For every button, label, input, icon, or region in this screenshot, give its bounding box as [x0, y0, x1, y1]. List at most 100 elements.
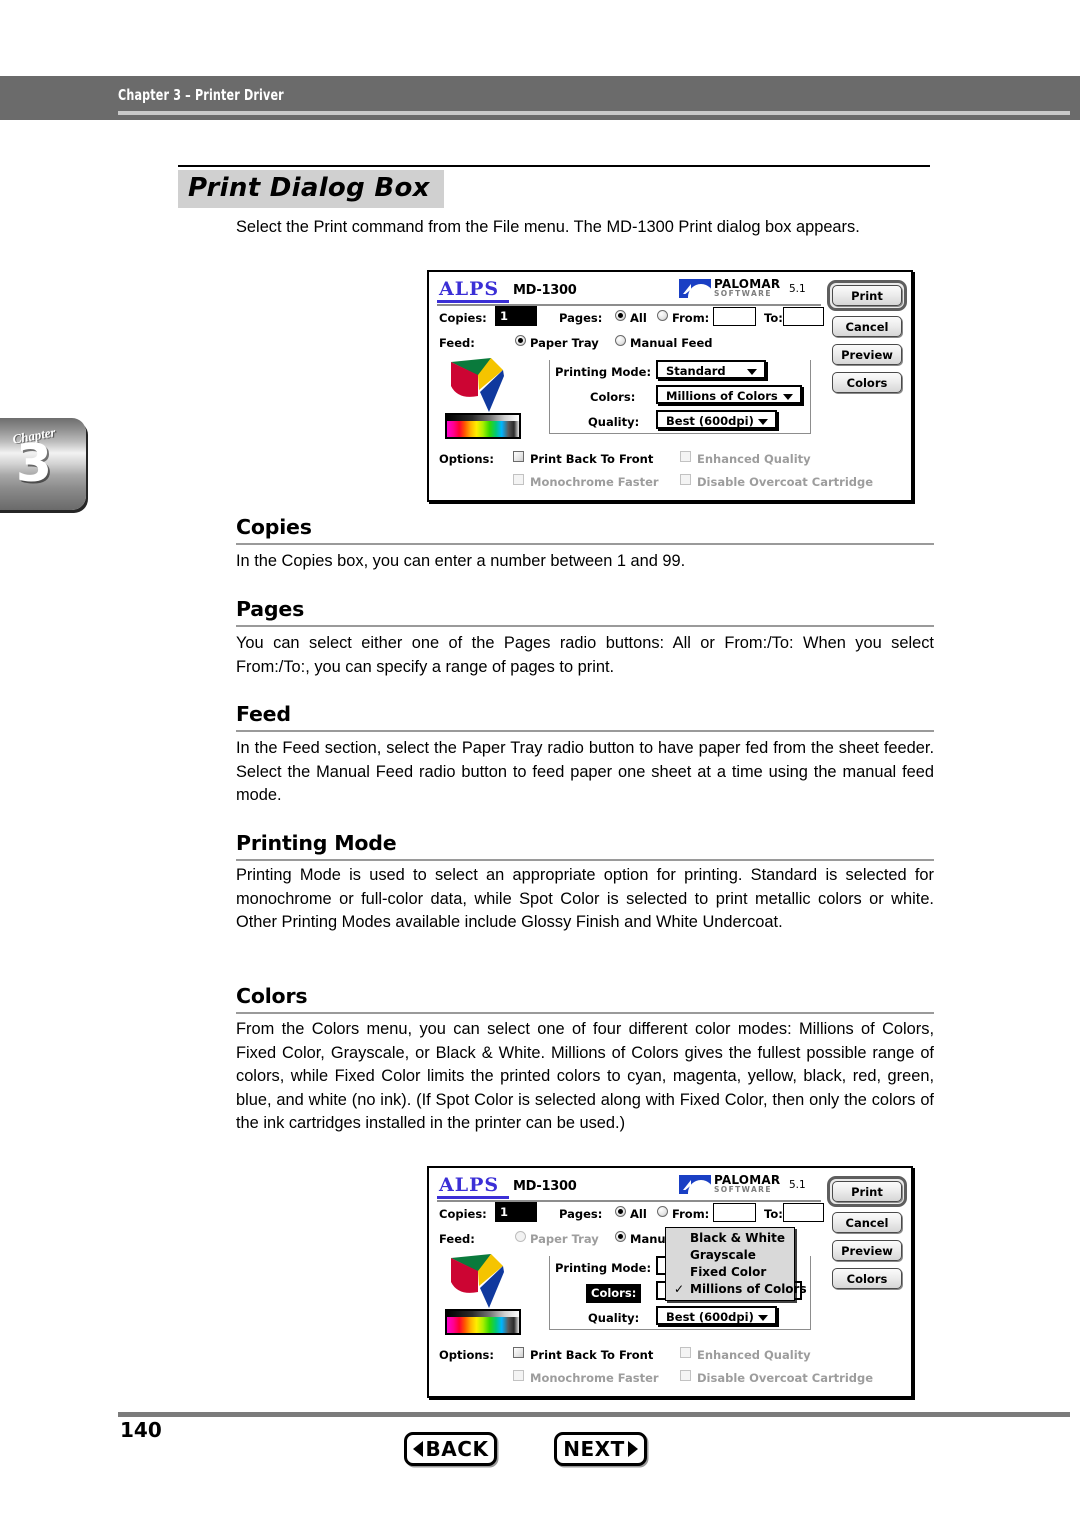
preview-button[interactable]: Preview [832, 1240, 902, 1261]
quality-popup[interactable]: Best (600dpi) [656, 1306, 777, 1325]
colors-label: Colors: [586, 1284, 642, 1303]
preview-button-label: Preview [841, 1244, 893, 1258]
preview-button[interactable]: Preview [832, 344, 902, 365]
menu-item-grayscale[interactable]: Grayscale [666, 1247, 794, 1264]
alps-logo-underline [437, 1196, 509, 1199]
print-back-to-front-label: Print Back To Front [530, 1348, 654, 1362]
page-title: Print Dialog Box [178, 170, 444, 208]
chapter-thumb-tab: Chapter 3 [0, 418, 86, 510]
section-body-copies: In the Copies box, you can enter a numbe… [236, 552, 686, 570]
section-body-feed: In the Feed section, select the Paper Tr… [236, 739, 934, 804]
triangle-right-icon [627, 1441, 638, 1457]
colors-button[interactable]: Colors [832, 1268, 902, 1289]
pages-all-radio[interactable] [615, 1206, 626, 1217]
quality-value: Best (600dpi) [666, 414, 754, 428]
feed-paper-tray-label: Paper Tray [530, 336, 599, 350]
section-body-pages: You can select either one of the Pages r… [236, 634, 934, 676]
dialog-body: ALPS MD-1300 PALOMAR SOFTWARE 5.1 Copies… [431, 1170, 909, 1394]
printing-mode-value: Standard [666, 364, 726, 378]
pages-label: Pages: [559, 1207, 603, 1221]
colors-popup[interactable]: Millions of Colors [656, 385, 802, 404]
dialog-body: ALPS MD-1300 PALOMAR SOFTWARE 5.1 Copies… [431, 274, 909, 498]
palomar-logo-icon [679, 279, 711, 298]
chapter-tab-number: 3 [15, 434, 53, 494]
page-number: 140 [120, 1418, 162, 1442]
feed-manual-radio[interactable] [615, 1231, 626, 1242]
next-button[interactable]: NEXT [554, 1432, 647, 1466]
print-back-to-front-checkbox[interactable] [513, 1347, 524, 1358]
chevron-down-icon [758, 1315, 768, 1321]
footer-rule [118, 1412, 1070, 1417]
disable-overcoat-checkbox[interactable] [680, 474, 691, 485]
driver-version: 5.1 [789, 283, 806, 295]
pages-from-radio[interactable] [657, 1206, 668, 1217]
print-back-to-front-label: Print Back To Front [530, 452, 654, 466]
cancel-button-label: Cancel [845, 320, 889, 334]
cancel-button[interactable]: Cancel [832, 316, 902, 337]
feed-manual-radio[interactable] [615, 335, 626, 346]
quality-popup[interactable]: Best (600dpi) [656, 410, 777, 429]
copies-label: Copies: [439, 311, 487, 325]
alps-logo: ALPS [439, 1174, 500, 1196]
pages-to-input[interactable] [783, 1203, 824, 1222]
printing-mode-popup[interactable]: Standard [656, 360, 766, 379]
color-spectrum-bar-icon [445, 1309, 521, 1335]
options-label: Options: [439, 1348, 494, 1362]
palomar-logo-text: PALOMAR SOFTWARE [714, 278, 780, 298]
back-button[interactable]: BACK [404, 1432, 497, 1466]
running-header-rule [118, 111, 1070, 115]
enhanced-quality-checkbox[interactable] [680, 451, 691, 462]
section-heading-feed: Feed [236, 702, 291, 726]
pages-from-input[interactable] [713, 307, 756, 326]
section-rule-printing-mode [236, 859, 934, 861]
back-button-label: BACK [425, 1437, 489, 1461]
menu-item-millions-of-colors[interactable]: ✓ Millions of Colors [666, 1281, 807, 1298]
pages-from-radio[interactable] [657, 310, 668, 321]
print-button[interactable]: Print [832, 1181, 902, 1202]
options-label: Options: [439, 452, 494, 466]
chevron-down-icon [747, 369, 757, 375]
menu-item-black-and-white[interactable]: Black & White [666, 1230, 794, 1247]
colors-button[interactable]: Colors [832, 372, 902, 393]
feed-paper-tray-radio[interactable] [515, 1231, 526, 1242]
copies-value: 1 [500, 1205, 509, 1219]
enhanced-quality-label: Enhanced Quality [697, 1348, 811, 1362]
print-dialog-standard[interactable]: ALPS MD-1300 PALOMAR SOFTWARE 5.1 Copies… [427, 270, 913, 502]
pages-all-label: All [630, 1207, 647, 1221]
colors-button-label: Colors [846, 376, 888, 390]
copies-input[interactable]: 1 [495, 1202, 537, 1222]
printing-mode-label: Printing Mode: [555, 365, 652, 379]
monochrome-faster-checkbox[interactable] [513, 474, 524, 485]
cancel-button[interactable]: Cancel [832, 1212, 902, 1233]
printer-model-label: MD-1300 [513, 1179, 577, 1194]
colors-value: Millions of Colors [666, 389, 778, 403]
copies-input[interactable]: 1 [495, 306, 537, 326]
menu-item-label: Black & White [690, 1231, 786, 1245]
intro-paragraph: Select the Print command from the File m… [236, 218, 860, 236]
driver-version: 5.1 [789, 1179, 806, 1191]
monochrome-faster-checkbox[interactable] [513, 1370, 524, 1381]
pages-label: Pages: [559, 311, 603, 325]
print-dialog-colors-menu-open[interactable]: ALPS MD-1300 PALOMAR SOFTWARE 5.1 Copies… [427, 1166, 913, 1398]
menu-item-label: Millions of Colors [690, 1282, 807, 1296]
page-title-rule [178, 165, 930, 167]
section-heading-printing-mode: Printing Mode [236, 831, 397, 855]
color-spectrum-bar-icon [445, 413, 521, 439]
feed-paper-tray-radio[interactable] [515, 335, 526, 346]
print-button[interactable]: Print [832, 285, 902, 306]
enhanced-quality-checkbox[interactable] [680, 1347, 691, 1358]
feed-paper-tray-label: Paper Tray [530, 1232, 599, 1246]
colors-dropdown-menu[interactable]: Black & White Grayscale Fixed Color ✓ Mi… [665, 1227, 807, 1301]
menu-item-fixed-color[interactable]: Fixed Color [666, 1264, 794, 1281]
alps-logo: ALPS [439, 278, 500, 300]
printing-mode-label: Printing Mode: [555, 1261, 652, 1275]
pages-all-label: All [630, 311, 647, 325]
pages-from-input[interactable] [713, 1203, 756, 1222]
pages-to-input[interactable] [783, 307, 824, 326]
print-back-to-front-checkbox[interactable] [513, 451, 524, 462]
disable-overcoat-checkbox[interactable] [680, 1370, 691, 1381]
quality-value: Best (600dpi) [666, 1310, 754, 1324]
section-body-colors: From the Colors menu, you can select one… [236, 1020, 934, 1132]
section-rule-pages [236, 625, 934, 627]
pages-all-radio[interactable] [615, 310, 626, 321]
